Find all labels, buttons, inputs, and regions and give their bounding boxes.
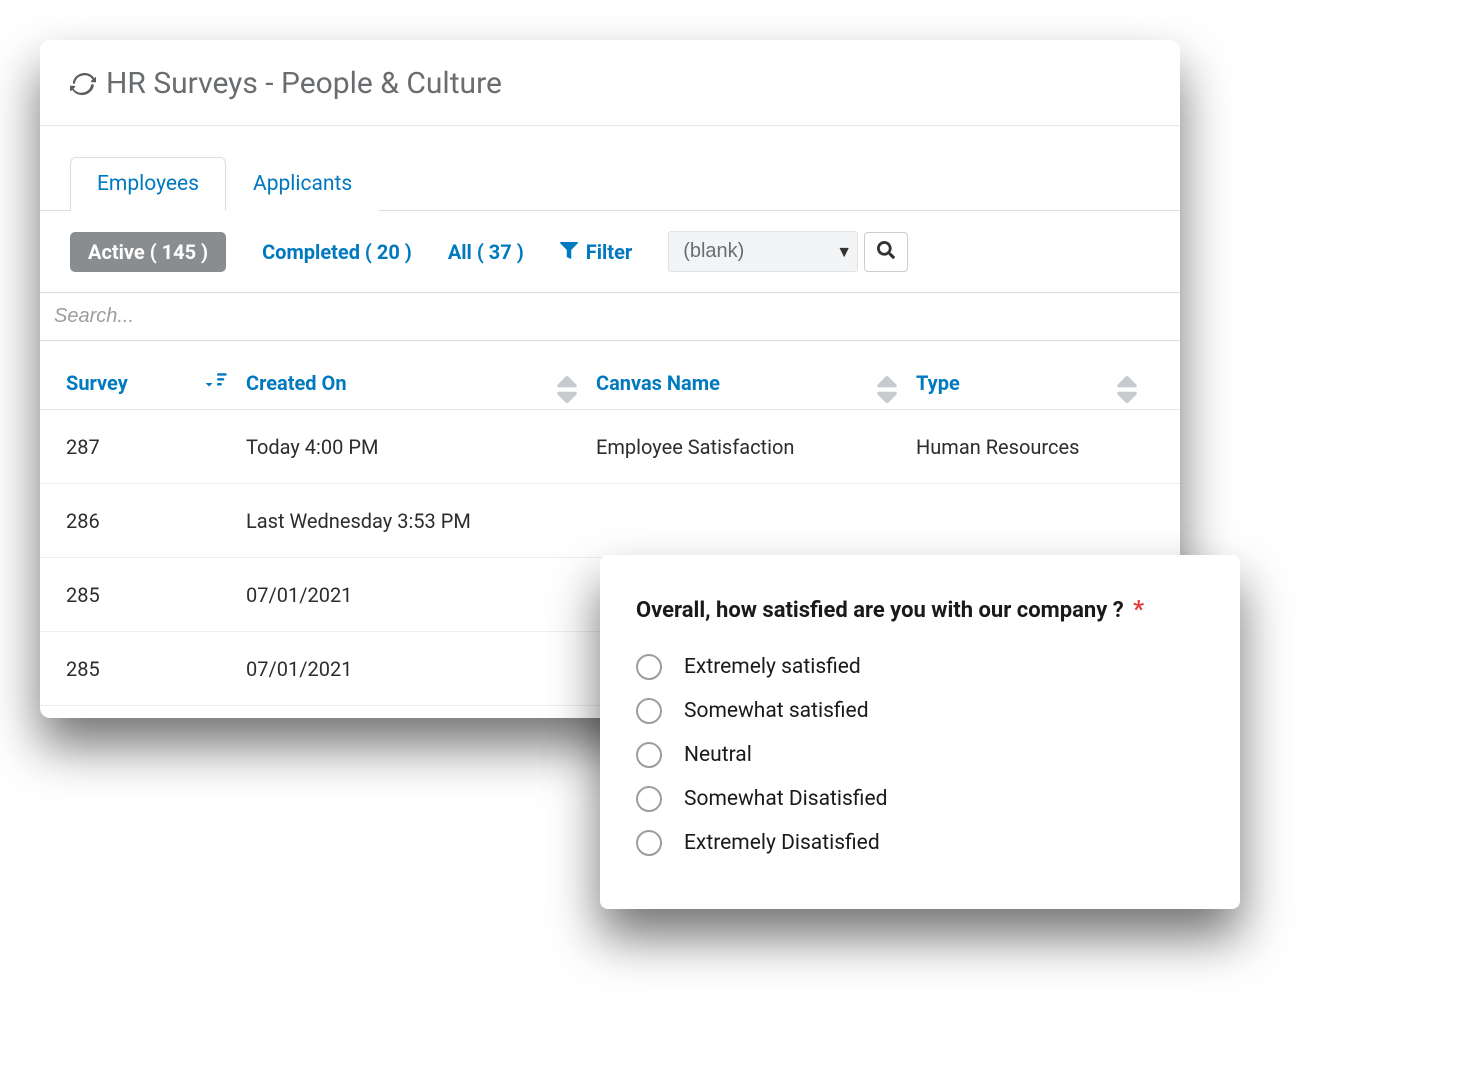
col-created-on[interactable]: Created On: [246, 371, 596, 395]
refresh-icon[interactable]: [70, 71, 96, 97]
option-label: Somewhat Disatisfied: [684, 787, 887, 811]
option-label: Somewhat satisfied: [684, 699, 869, 723]
filter-select[interactable]: [668, 231, 858, 272]
cell-created-on: 07/01/2021: [246, 583, 596, 607]
tab-applicants[interactable]: Applicants: [226, 157, 379, 211]
cell-created-on: 07/01/2021: [246, 657, 596, 681]
option-somewhat-satisfied[interactable]: Somewhat satisfied: [636, 689, 1204, 733]
col-created-on-label: Created On: [246, 371, 347, 395]
toolbar: Active ( 145 ) Completed ( 20 ) All ( 37…: [40, 211, 1180, 292]
filter-label: Filter: [586, 240, 632, 264]
col-survey-label: Survey: [66, 371, 128, 395]
option-label: Extremely Disatisfied: [684, 831, 880, 855]
tab-employees[interactable]: Employees: [70, 157, 226, 211]
filter-active[interactable]: Active ( 145 ): [70, 232, 226, 272]
cell-survey: 286: [66, 509, 246, 533]
table-row[interactable]: 286 Last Wednesday 3:53 PM: [40, 484, 1180, 558]
option-extremely-satisfied[interactable]: Extremely satisfied: [636, 645, 1204, 689]
filter-button[interactable]: Filter: [560, 240, 632, 264]
cell-survey: 285: [66, 657, 246, 681]
search-row: [40, 292, 1180, 341]
survey-question-popup: Overall, how satisfied are you with our …: [600, 555, 1240, 909]
filter-icon: [560, 240, 578, 264]
cell-created-on: Last Wednesday 3:53 PM: [246, 509, 596, 533]
filter-select-wrap: ▼: [668, 231, 908, 272]
sort-desc-icon: [206, 372, 228, 394]
option-somewhat-dissatisfied[interactable]: Somewhat Disatisfied: [636, 777, 1204, 821]
radio-icon: [636, 786, 662, 812]
page-title: HR Surveys - People & Culture: [106, 66, 502, 101]
cell-survey: 285: [66, 583, 246, 607]
search-icon: [877, 241, 895, 262]
required-mark: *: [1133, 595, 1144, 623]
option-label: Extremely satisfied: [684, 655, 861, 679]
table-row[interactable]: 287 Today 4:00 PM Employee Satisfaction …: [40, 410, 1180, 484]
cell-canvas-name: Employee Satisfaction: [596, 435, 916, 459]
cell-type: Human Resources: [916, 435, 1156, 459]
filter-all[interactable]: All ( 37 ): [448, 240, 524, 264]
sort-icon: [1116, 372, 1138, 394]
col-survey[interactable]: Survey: [66, 371, 246, 395]
option-extremely-dissatisfied[interactable]: Extremely Disatisfied: [636, 821, 1204, 865]
search-input[interactable]: [40, 292, 1180, 341]
col-canvas-name-label: Canvas Name: [596, 371, 720, 395]
radio-icon: [636, 830, 662, 856]
option-label: Neutral: [684, 743, 752, 767]
question-label: Overall, how satisfied are you with our …: [636, 598, 1124, 623]
option-neutral[interactable]: Neutral: [636, 733, 1204, 777]
question-text: Overall, how satisfied are you with our …: [636, 595, 1204, 623]
tabs: Employees Applicants: [40, 156, 1180, 211]
cell-survey: 287: [66, 435, 246, 459]
col-type[interactable]: Type: [916, 371, 1156, 395]
filter-completed[interactable]: Completed ( 20 ): [262, 240, 412, 264]
table-header: Survey Created On Canvas Name Type: [40, 371, 1180, 410]
panel-header: HR Surveys - People & Culture: [40, 40, 1180, 126]
col-type-label: Type: [916, 371, 960, 395]
search-button[interactable]: [864, 232, 908, 272]
sort-icon: [556, 372, 578, 394]
radio-icon: [636, 654, 662, 680]
sort-icon: [876, 372, 898, 394]
cell-created-on: Today 4:00 PM: [246, 435, 596, 459]
col-canvas-name[interactable]: Canvas Name: [596, 371, 916, 395]
radio-icon: [636, 742, 662, 768]
radio-icon: [636, 698, 662, 724]
